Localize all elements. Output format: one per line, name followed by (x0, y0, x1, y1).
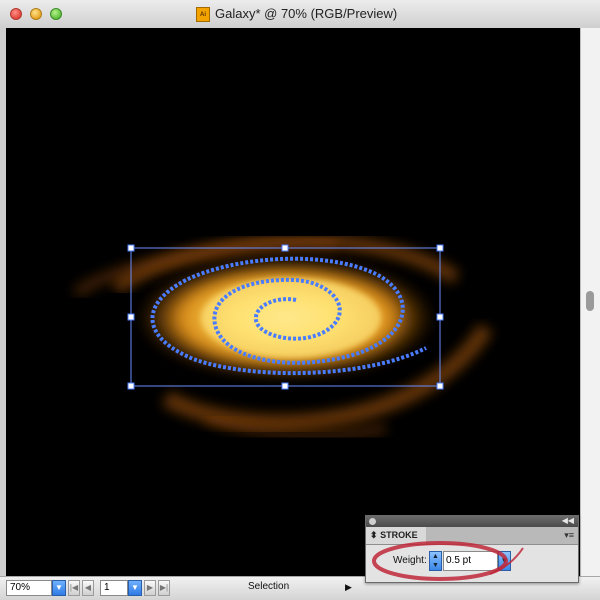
vertical-scroll-thumb[interactable] (586, 291, 594, 311)
stroke-panel: ◀◀ ⬍ STROKE ▾≡ Weight: ▲ ▼ 0.5 pt ▼ (365, 515, 579, 583)
artboard-canvas[interactable] (6, 28, 580, 576)
first-artboard-icon[interactable]: |◀ (68, 580, 80, 596)
zoom-field[interactable]: 70% (6, 580, 52, 596)
weight-dropdown-icon[interactable]: ▼ (498, 551, 511, 571)
last-artboard-icon[interactable]: ▶| (158, 580, 170, 596)
weight-stepper[interactable]: ▲ ▼ (429, 551, 442, 571)
panel-tab-row: ⬍ STROKE ▾≡ (366, 527, 578, 545)
vertical-scrollbar[interactable] (580, 28, 600, 576)
next-artboard-icon[interactable]: ▶ (144, 580, 156, 596)
window-title: Galaxy* @ 70% (RGB/Preview) (215, 6, 398, 21)
artboard-dropdown-icon[interactable]: ▼ (128, 580, 142, 596)
zoom-window-button[interactable] (50, 8, 62, 20)
zoom-dropdown-icon[interactable]: ▼ (52, 580, 66, 596)
artboard-number-field[interactable]: 1 (100, 580, 128, 596)
document-window: Ai Galaxy* @ 70% (RGB/Preview) 70% ▼ |◀ … (0, 0, 600, 600)
panel-drag-bar[interactable]: ◀◀ (366, 516, 578, 527)
panel-close-icon[interactable] (369, 518, 376, 525)
tab-stroke-arrow-icon: ⬍ (370, 530, 378, 540)
galaxy-artwork[interactable] (6, 28, 580, 576)
illustrator-document-icon: Ai (196, 7, 210, 22)
tab-stroke[interactable]: ⬍ STROKE (366, 527, 426, 544)
title-bar[interactable]: Ai Galaxy* @ 70% (RGB/Preview) (0, 0, 600, 29)
close-window-button[interactable] (10, 8, 22, 20)
status-menu-arrow-icon[interactable]: ▶ (345, 582, 352, 593)
current-tool-label: Selection (248, 581, 290, 592)
minimize-window-button[interactable] (30, 8, 42, 20)
panel-collapse-icon[interactable]: ◀◀ (562, 516, 574, 525)
weight-input[interactable]: 0.5 pt (443, 551, 498, 571)
weight-label: Weight: (393, 555, 427, 566)
previous-artboard-icon[interactable]: ◀ (82, 580, 94, 596)
panel-menu-icon[interactable]: ▾≡ (564, 530, 574, 541)
tab-stroke-label: STROKE (380, 530, 418, 540)
